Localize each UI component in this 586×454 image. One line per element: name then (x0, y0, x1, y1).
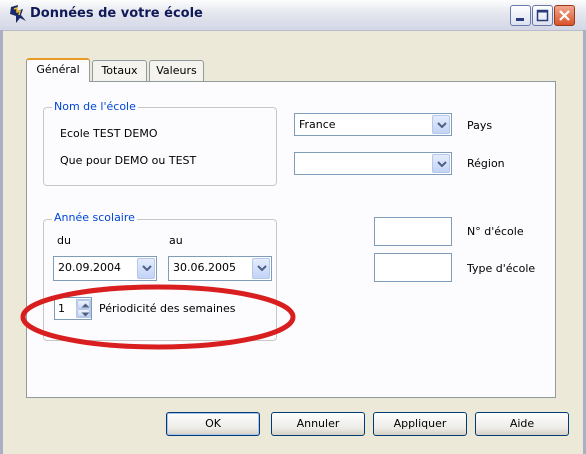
school-year-legend: Année scolaire (52, 211, 137, 224)
ok-button[interactable]: OK (166, 412, 260, 436)
maximize-button[interactable] (532, 5, 553, 26)
window-frame-left (0, 30, 3, 454)
school-name-group (43, 107, 277, 186)
country-label: Pays (467, 119, 493, 132)
from-label: du (57, 234, 71, 247)
close-icon (559, 10, 570, 21)
region-label: Région (467, 157, 505, 170)
chevron-down-icon (142, 265, 152, 271)
to-date-dropdown-button[interactable] (252, 258, 270, 279)
annotation-ellipse (20, 284, 296, 350)
school-name-legend: Nom de l'école (52, 100, 138, 113)
minimize-icon (516, 18, 524, 21)
country-dropdown-button[interactable] (432, 115, 450, 134)
to-date-value: 30.06.2005 (173, 261, 236, 274)
window-title: Données de votre école (30, 6, 203, 21)
from-date-picker[interactable]: 20.09.2004 (53, 256, 157, 281)
school-name-line1: Ecole TEST DEMO (60, 127, 158, 140)
apply-button[interactable]: Appliquer (373, 412, 467, 436)
chevron-down-icon (437, 122, 447, 128)
school-type-label: Type d'école (467, 262, 536, 275)
dialog-window: Données de votre école Général Totaux Va… (0, 0, 586, 454)
school-number-label: N° d'école (467, 225, 524, 238)
region-dropdown-button[interactable] (432, 154, 450, 173)
maximize-icon (536, 9, 549, 22)
close-button[interactable] (554, 5, 575, 26)
tab-totaux[interactable]: Totaux (92, 60, 147, 81)
region-select[interactable] (294, 152, 452, 175)
app-icon (8, 3, 30, 25)
cancel-button[interactable]: Annuler (271, 412, 365, 436)
tab-general[interactable]: Général (26, 58, 90, 82)
to-label: au (169, 234, 183, 247)
school-number-field[interactable] (374, 217, 452, 246)
from-date-value: 20.09.2004 (58, 261, 121, 274)
country-select[interactable]: France (294, 113, 452, 136)
school-name-line2: Que pour DEMO ou TEST (60, 154, 197, 167)
title-bar[interactable]: Données de votre école (0, 0, 586, 31)
minimize-button[interactable] (510, 5, 531, 26)
help-button[interactable]: Aide (475, 412, 569, 436)
school-type-field[interactable] (374, 253, 452, 282)
chevron-down-icon (437, 161, 447, 167)
to-date-picker[interactable]: 30.06.2005 (168, 256, 272, 281)
country-value: France (299, 118, 336, 131)
tab-valeurs[interactable]: Valeurs (149, 60, 204, 81)
from-date-dropdown-button[interactable] (137, 258, 155, 279)
chevron-down-icon (257, 265, 267, 271)
